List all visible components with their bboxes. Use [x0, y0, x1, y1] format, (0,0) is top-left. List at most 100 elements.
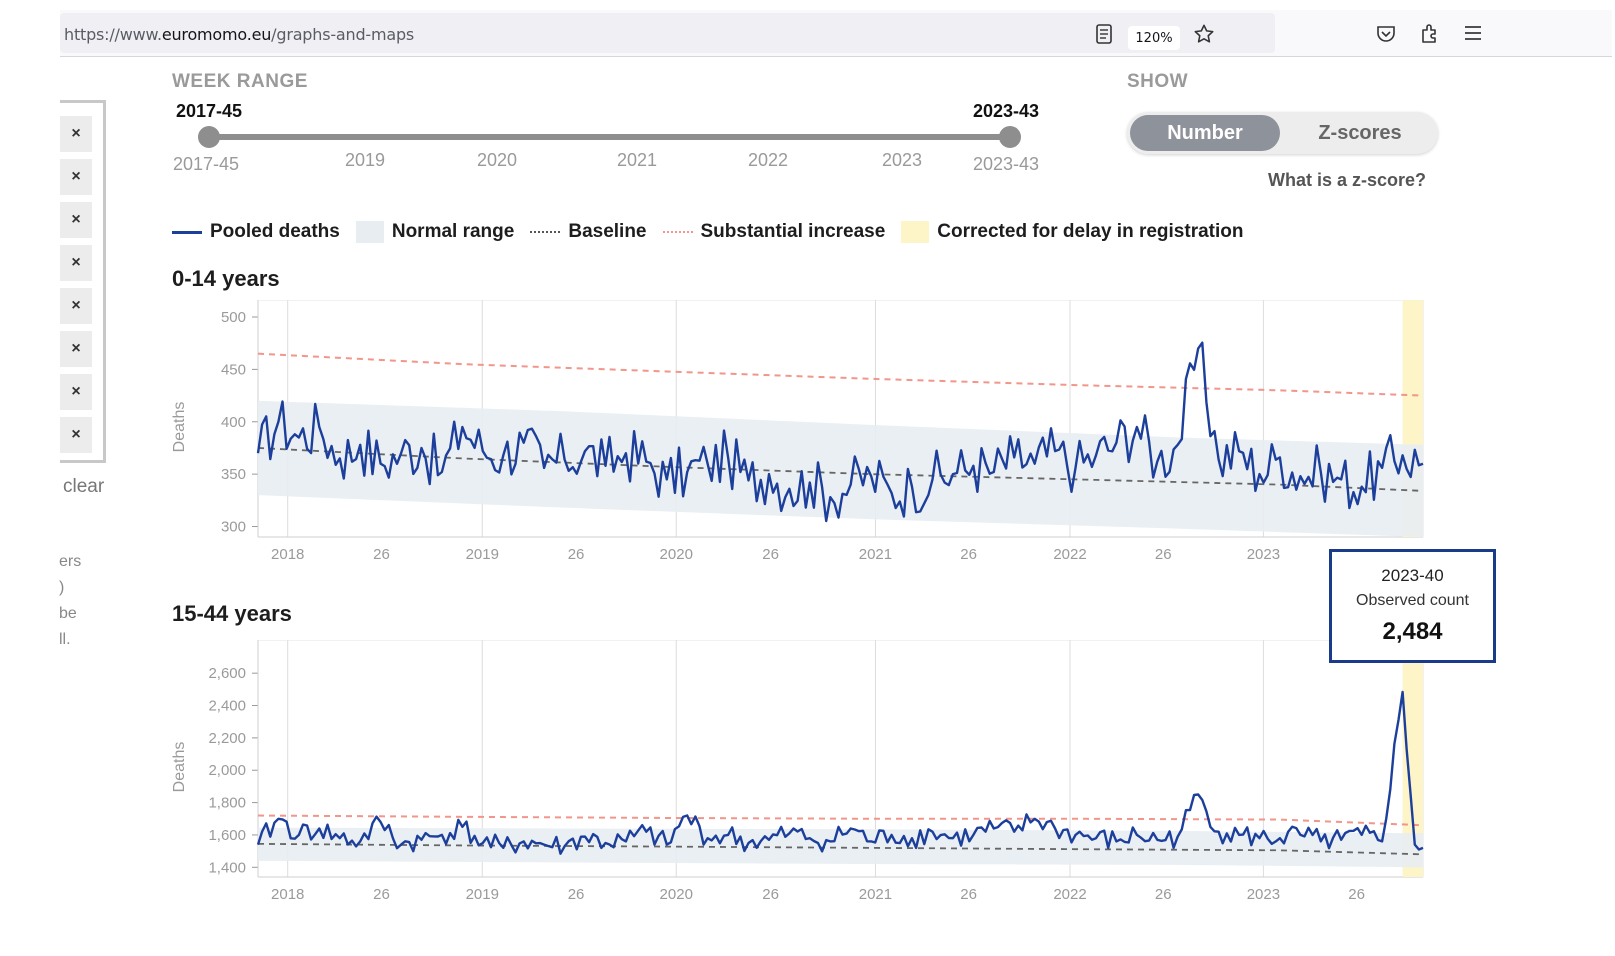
week-range-slider-track[interactable]	[209, 134, 1011, 140]
zscore-help-link[interactable]: What is a z-score?	[1268, 170, 1426, 191]
x-tick-label: 2019	[466, 886, 499, 903]
y-tick-label: 1,800	[208, 795, 246, 812]
clear-filters-link[interactable]: clear	[63, 476, 104, 498]
x-tick-label: 2022	[1053, 546, 1086, 563]
remove-filter-button[interactable]: ×	[60, 202, 92, 238]
y-tick-label: 350	[221, 466, 246, 483]
x-tick-label: 26	[960, 546, 977, 563]
url-text[interactable]: https://www.euromomo.eu/graphs-and-maps	[64, 25, 414, 44]
x-tick-label: 2022	[1053, 886, 1086, 903]
country-filter-panel: × × × × × × × ×	[60, 100, 106, 463]
x-tick-label: 26	[568, 886, 585, 903]
number-option[interactable]: Number	[1130, 115, 1280, 151]
chart-15-44-years[interactable]: 1,400 1,600 1,800 2,000 2,200 2,400 2,600 2018 2…	[160, 640, 1440, 910]
remove-filter-button[interactable]: ×	[60, 245, 92, 281]
remove-filter-button[interactable]: ×	[60, 116, 92, 152]
show-toggle: Number Z-scores	[1127, 112, 1438, 154]
x-tick-label: 2023	[1247, 886, 1280, 903]
chart-tooltip: 2023-40 Observed count 2,484	[1329, 549, 1496, 663]
tooltip-label: Observed count	[1356, 592, 1469, 609]
clipped-text: ers	[59, 553, 82, 570]
remove-filter-button[interactable]: ×	[60, 288, 92, 324]
reader-view-icon[interactable]	[1091, 21, 1117, 47]
legend-label: Baseline	[568, 221, 647, 242]
chart-0-14-years[interactable]: 300 350 400 450 500 2018 26 2019 26 2020 26 2021 26 2…	[160, 300, 1440, 570]
slider-year-tick: 2020	[477, 150, 518, 170]
x-tick-label: 2018	[271, 546, 304, 563]
chart-title-15-44: 15-44 years	[172, 601, 292, 626]
y-axis-label: Deaths	[171, 742, 188, 793]
slider-year-tick: 2022	[748, 150, 789, 170]
browser-toolbar: https://www.euromomo.eu/graphs-and-maps …	[60, 10, 1612, 57]
bookmark-star-icon[interactable]	[1191, 21, 1217, 47]
slider-max-label: 2023-43	[973, 154, 1040, 174]
remove-filter-button[interactable]: ×	[60, 417, 92, 453]
remove-filter-button[interactable]: ×	[60, 159, 92, 195]
x-tick-label: 26	[373, 546, 390, 563]
address-bar[interactable]: https://www.euromomo.eu/graphs-and-maps …	[60, 13, 1275, 53]
y-tick-label: 2,600	[208, 665, 246, 682]
chart-title-0-14: 0-14 years	[172, 266, 280, 291]
zoom-level-button[interactable]: 120%	[1128, 26, 1180, 50]
legend-item-baseline[interactable]: Baseline	[530, 221, 647, 243]
slider-year-tick: 2021	[617, 150, 658, 170]
legend-label: Corrected for delay in registration	[937, 221, 1244, 242]
menu-hamburger-icon[interactable]	[1460, 20, 1486, 46]
x-tick-label: 26	[1155, 546, 1172, 563]
range-start-value: 2017-45	[176, 101, 243, 121]
tooltip-week: 2023-40	[1381, 566, 1444, 585]
show-label: SHOW	[1127, 71, 1189, 92]
x-tick-label: 26	[960, 886, 977, 903]
substantial-increase-swatch	[662, 231, 693, 233]
remove-filter-button[interactable]: ×	[60, 331, 92, 367]
remove-filter-button[interactable]: ×	[60, 374, 92, 410]
pocket-icon[interactable]	[1373, 20, 1399, 46]
y-tick-label: 2,200	[208, 730, 246, 747]
x-tick-label: 2021	[859, 546, 892, 563]
x-tick-label: 26	[373, 886, 390, 903]
legend-item-normal-range[interactable]: Normal range	[355, 221, 515, 243]
legend-item-pooled[interactable]: Pooled deaths	[172, 221, 340, 243]
clipped-text: ll.	[59, 631, 71, 648]
y-tick-label: 2,000	[208, 762, 246, 779]
substantial-increase-line	[257, 352, 1424, 397]
x-tick-label: 2020	[660, 546, 693, 563]
extensions-icon[interactable]	[1417, 20, 1443, 46]
slider-year-tick: 2019	[345, 150, 386, 170]
y-tick-label: 2,400	[208, 698, 246, 715]
substantial-increase-line	[257, 814, 1424, 827]
x-tick-label: 2019	[466, 546, 499, 563]
tooltip-value: 2,484	[1382, 618, 1443, 645]
x-tick-label: 26	[568, 546, 585, 563]
legend-label: Normal range	[391, 221, 515, 242]
x-tick-label: 2020	[660, 886, 693, 903]
x-tick-label: 2021	[859, 886, 892, 903]
x-tick-label: 26	[762, 886, 779, 903]
legend-item-delay-correction[interactable]: Corrected for delay in registration	[901, 221, 1243, 243]
legend-item-substantial-increase[interactable]: Substantial increase	[662, 221, 886, 243]
normal-range-swatch	[355, 221, 384, 243]
slider-min-label: 2017-45	[173, 154, 240, 174]
x-tick-label: 26	[762, 546, 779, 563]
y-tick-label: 450	[221, 361, 246, 378]
legend-label: Pooled deaths	[210, 221, 340, 242]
range-end-value: 2023-43	[973, 101, 1040, 121]
x-tick-label: 2018	[271, 886, 304, 903]
x-tick-label: 26	[1155, 886, 1172, 903]
baseline-swatch	[530, 231, 561, 233]
clipped-text: be	[59, 605, 77, 622]
y-tick-label: 300	[221, 519, 246, 536]
week-range-label: WEEK RANGE	[172, 71, 308, 92]
range-start-handle[interactable]	[198, 126, 220, 148]
x-tick-label: 2023	[1247, 546, 1280, 563]
pooled-line-swatch	[172, 230, 202, 234]
slider-year-tick: 2023	[882, 150, 923, 170]
y-tick-label: 500	[221, 309, 246, 326]
zscores-option[interactable]: Z-scores	[1285, 115, 1435, 151]
y-tick-label: 1,600	[208, 827, 246, 844]
x-tick-label: 26	[1348, 886, 1365, 903]
y-tick-label: 1,400	[208, 859, 246, 876]
y-axis-label: Deaths	[171, 402, 188, 453]
legend-label: Substantial increase	[700, 221, 886, 242]
range-end-handle[interactable]	[999, 126, 1021, 148]
